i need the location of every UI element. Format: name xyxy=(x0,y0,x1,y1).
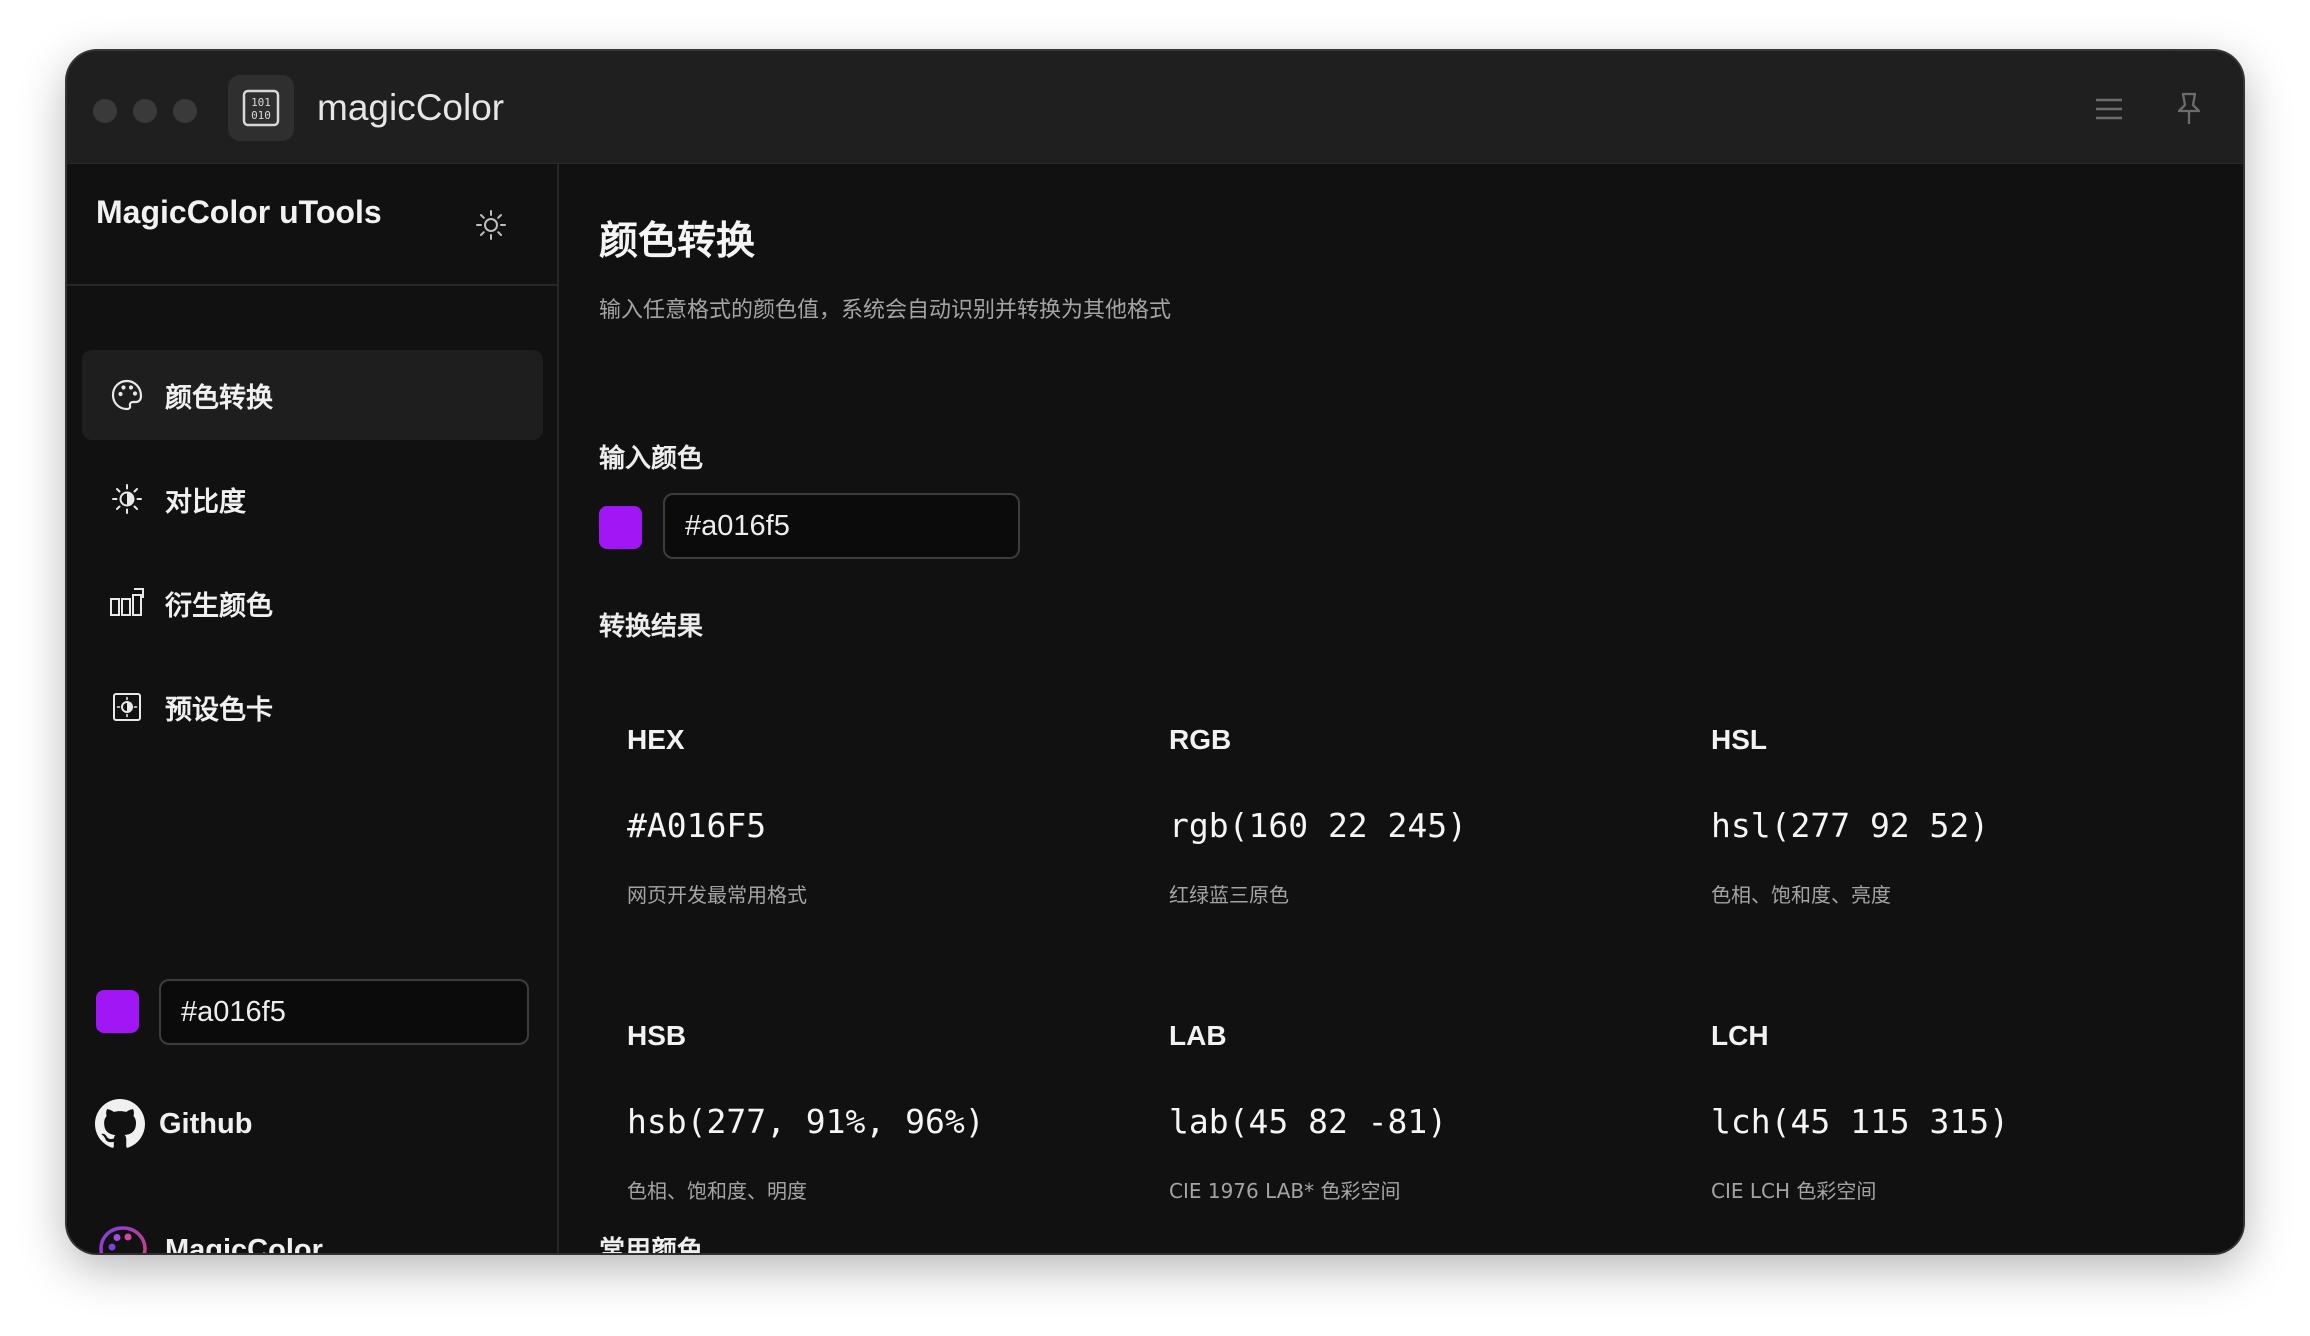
sidebar: MagicColor uTools 颜色转换 对比度 衍生颜色 预设色卡 #a0… xyxy=(67,164,559,1253)
page-title: 颜色转换 xyxy=(599,219,756,264)
result-format: LCH xyxy=(1711,1020,1769,1051)
result-card-hsb[interactable]: HSB hsb(277, 91%, 96%) 色相、饱和度、明度 xyxy=(627,1020,1127,1253)
sidebar-item-contrast[interactable]: 对比度 xyxy=(82,454,543,544)
sidebar-item-color-convert[interactable]: 颜色转换 xyxy=(82,350,543,440)
magiccolor-link[interactable]: MagicColor xyxy=(95,1222,323,1253)
input-color-swatch[interactable] xyxy=(599,506,642,549)
result-value[interactable]: lab(45 82 -81) xyxy=(1169,1102,1447,1141)
result-description: CIE LCH 色彩空间 xyxy=(1711,1179,1877,1203)
theme-toggle-button[interactable] xyxy=(473,207,509,243)
sidebar-item-label: 颜色转换 xyxy=(165,382,273,414)
result-card-lch[interactable]: LCH lch(45 115 315) CIE LCH 色彩空间 xyxy=(1711,1020,2211,1253)
result-format: RGB xyxy=(1169,724,1232,755)
results-label: 转换结果 xyxy=(599,612,704,642)
window-zoom-button[interactable] xyxy=(173,99,197,123)
result-description: 网页开发最常用格式 xyxy=(627,883,807,907)
sidebar-item-label: 衍生颜色 xyxy=(165,590,273,622)
input-color-label: 输入颜色 xyxy=(599,444,704,474)
sidebar-header: MagicColor uTools xyxy=(67,164,557,286)
result-value[interactable]: hsl(277 92 52) xyxy=(1711,806,1989,845)
result-description: 色相、饱和度、亮度 xyxy=(1711,883,1891,907)
menu-button[interactable] xyxy=(2087,87,2131,131)
palette-icon xyxy=(109,377,145,413)
sidebar-title: MagicColor uTools xyxy=(96,194,382,230)
title-bar: 101 010 magicColor xyxy=(67,51,2243,164)
sidebar-item-preset-cards[interactable]: 预设色卡 xyxy=(82,662,543,752)
color-input[interactable] xyxy=(663,493,1020,559)
result-description: 红绿蓝三原色 xyxy=(1169,883,1289,907)
result-card-rgb[interactable]: RGB rgb(160 22 245) 红绿蓝三原色 xyxy=(1169,724,1669,974)
app-title: magicColor xyxy=(317,87,505,128)
result-format: HSL xyxy=(1711,724,1767,755)
main-content: 颜色转换 输入任意格式的颜色值，系统会自动识别并转换为其他格式 输入颜色 转换结… xyxy=(559,164,2243,1253)
pin-icon xyxy=(2177,92,2201,124)
github-link-label: Github xyxy=(159,1107,253,1140)
svg-text:010: 010 xyxy=(251,109,271,122)
sidebar-color-input[interactable] xyxy=(159,979,529,1045)
app-window: 101 010 magicColor MagicColor uTools 颜色转… xyxy=(67,51,2243,1253)
window-minimize-button[interactable] xyxy=(133,99,157,123)
sidebar-color-swatch[interactable] xyxy=(96,990,139,1033)
svg-text:101: 101 xyxy=(251,96,271,109)
result-value[interactable]: hsb(277, 91%, 96%) xyxy=(627,1102,985,1141)
result-description: CIE 1976 LAB* 色彩空间 xyxy=(1169,1179,1401,1203)
result-format: HEX xyxy=(627,724,685,755)
sidebar-item-label: 预设色卡 xyxy=(165,694,273,726)
result-card-lab[interactable]: LAB lab(45 82 -81) CIE 1976 LAB* 色彩空间 xyxy=(1169,1020,1669,1253)
result-description: 色相、饱和度、明度 xyxy=(627,1179,807,1203)
result-format: LAB xyxy=(1169,1020,1227,1051)
window-close-button[interactable] xyxy=(93,99,117,123)
common-colors-heading: 常用颜色 xyxy=(599,1236,704,1253)
hamburger-menu-icon xyxy=(2096,98,2122,120)
binary-grid-icon: 101 010 xyxy=(228,75,294,141)
github-link[interactable]: Github xyxy=(95,1099,252,1149)
magiccolor-link-label: MagicColor xyxy=(165,1233,323,1254)
result-value[interactable]: rgb(160 22 245) xyxy=(1169,806,1467,845)
result-value[interactable]: lch(45 115 315) xyxy=(1711,1102,2009,1141)
github-icon xyxy=(95,1099,145,1148)
result-card-hsl[interactable]: HSL hsl(277 92 52) 色相、饱和度、亮度 xyxy=(1711,724,2211,974)
pin-button[interactable] xyxy=(2167,87,2211,131)
result-card-hex[interactable]: HEX #A016F5 网页开发最常用格式 xyxy=(627,724,1127,974)
sun-icon xyxy=(476,210,506,240)
result-value[interactable]: #A016F5 xyxy=(627,806,766,845)
derive-blocks-icon xyxy=(109,585,145,621)
sidebar-item-derived-colors[interactable]: 衍生颜色 xyxy=(82,558,543,648)
result-format: HSB xyxy=(627,1020,687,1051)
sidebar-item-label: 对比度 xyxy=(165,486,246,518)
magiccolor-logo-icon xyxy=(99,1226,147,1253)
preset-card-icon xyxy=(109,689,145,725)
page-description: 输入任意格式的颜色值，系统会自动识别并转换为其他格式 xyxy=(599,298,1172,323)
contrast-sun-icon xyxy=(109,481,145,517)
